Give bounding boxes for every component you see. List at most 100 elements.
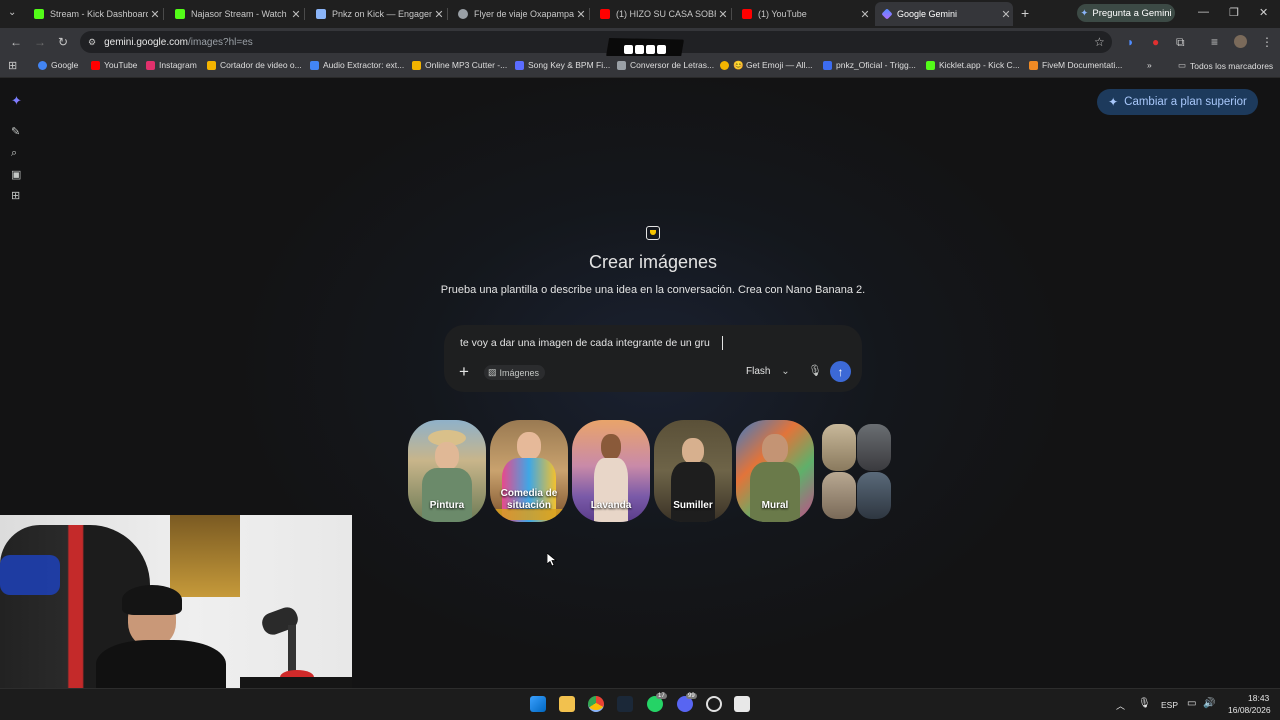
menu-kebab-icon[interactable]: ⋮ <box>1261 35 1273 49</box>
bookmark-kicklet[interactable]: Kicklet.app - Kick C... <box>926 60 1020 70</box>
volume-icon[interactable]: 🔊 <box>1203 698 1215 709</box>
close-window-button[interactable]: ✕ <box>1259 6 1268 19</box>
extension-icon[interactable]: ◗ <box>1127 35 1134 49</box>
template-card-sumiller[interactable]: Sumiller <box>654 420 732 522</box>
minimize-button[interactable]: — <box>1198 6 1209 18</box>
streamer-hair <box>122 585 182 615</box>
file-explorer-icon[interactable] <box>559 696 575 712</box>
site-info-icon[interactable]: ⚙ <box>88 37 96 48</box>
tab-najasor-stream[interactable]: Najasor Stream - Watch Li ✕ <box>167 2 303 26</box>
tab-flyer-oxapampa[interactable]: Flyer de viaje Oxapampa ✕ <box>450 2 588 26</box>
bookmarks-overflow-icon[interactable]: » <box>1147 60 1152 70</box>
tab-youtube[interactable]: (1) YouTube ✕ <box>734 2 872 26</box>
bookmark-star-icon[interactable]: ☆ <box>1094 35 1105 49</box>
tab-pnkz-engagement[interactable]: Pnkz on Kick — Engageme ✕ <box>308 2 446 26</box>
instagram-icon <box>146 60 155 70</box>
forward-icon[interactable]: → <box>34 35 46 49</box>
close-icon[interactable]: ✕ <box>432 8 446 21</box>
new-chat-icon[interactable]: ✎ <box>11 125 20 138</box>
close-icon[interactable]: ✕ <box>858 8 872 21</box>
app-icon[interactable] <box>734 696 750 712</box>
template-card-lavanda[interactable]: Lavanda <box>572 420 650 522</box>
bookmark-song-key[interactable]: Song Key & BPM Fi... <box>515 60 610 70</box>
bookmark-mp3-cutter[interactable]: Online MP3 Cutter -... <box>412 60 507 70</box>
desk <box>240 677 352 688</box>
template-card-pintura[interactable]: Pintura <box>408 420 486 522</box>
gemini-logo-icon[interactable]: ✦ <box>11 93 22 109</box>
network-icon[interactable]: ▭ <box>1187 698 1196 709</box>
bookmark-get-emoji[interactable]: 😊 Get Emoji — All... <box>720 60 813 71</box>
add-attachment-button[interactable]: + <box>459 362 469 382</box>
microphone-tray-icon[interactable]: 🎙 <box>1138 698 1151 709</box>
images-tool-chip[interactable]: ▨ Imágenes <box>484 365 546 380</box>
upgrade-plan-button[interactable]: ✦ Cambiar a plan superior <box>1097 89 1258 115</box>
bookmark-audio-extractor[interactable]: Audio Extractor: ext... <box>310 60 404 70</box>
reload-icon[interactable]: ↻ <box>58 35 68 49</box>
extensions-puzzle-icon[interactable]: ⧉ <box>1176 35 1185 50</box>
windows-start-icon[interactable] <box>530 696 546 712</box>
language-indicator[interactable]: ESP <box>1161 700 1178 710</box>
steam-icon[interactable] <box>617 696 633 712</box>
bookmark-letter-converter[interactable]: Conversor de Letras... <box>617 60 714 70</box>
gemini-icon <box>881 8 893 20</box>
bookmark-label: Instagram <box>159 60 197 70</box>
bookmark-pnkz-oficial[interactable]: pnkz_Oficial - Trigg... <box>823 60 916 70</box>
kick-icon <box>175 9 185 19</box>
template-card-comedia[interactable]: Comedia de situación <box>490 420 568 522</box>
tab-google-gemini[interactable]: Google Gemini ✕ <box>875 2 1013 26</box>
microphone-icon[interactable]: 🎙 <box>808 364 822 377</box>
template-card-mural[interactable]: Mural <box>736 420 814 522</box>
template-thumb-city[interactable] <box>857 424 891 471</box>
template-label: Lavanda <box>590 500 632 511</box>
profile-avatar[interactable] <box>1234 35 1247 48</box>
chrome-icon[interactable] <box>588 696 604 712</box>
extension-icon[interactable]: ● <box>1152 35 1159 49</box>
prompt-input[interactable]: te voy a dar una imagen de cada integran… <box>460 337 710 349</box>
template-thumb-dog[interactable] <box>822 472 856 519</box>
bookmark-video-cutter[interactable]: Cortador de video o... <box>207 60 302 70</box>
gems-apps-icon[interactable]: ⊞ <box>11 189 20 202</box>
kick-icon <box>34 9 44 19</box>
tab-youtube-video[interactable]: (1) HIZO SU CASA SOBRE ✕ <box>592 2 730 26</box>
model-selector[interactable]: Flash ⌄ <box>746 366 790 377</box>
tab-title: Pnkz on Kick — Engageme <box>332 9 432 19</box>
close-icon[interactable]: ✕ <box>716 8 730 21</box>
close-icon[interactable]: ✕ <box>289 8 303 21</box>
close-icon[interactable]: ✕ <box>574 8 588 21</box>
clock-time[interactable]: 18:43 <box>1248 693 1269 703</box>
restore-button[interactable]: ❐ <box>1229 6 1239 19</box>
bookmark-label: Song Key & BPM Fi... <box>528 60 611 70</box>
tray-chevron-icon[interactable]: ︿ <box>1116 699 1125 712</box>
tab-title: (1) HIZO SU CASA SOBRE <box>616 9 716 19</box>
tab-kick-dashboard[interactable]: Stream - Kick Dashboard ✕ <box>26 2 162 26</box>
tab-title: Najasor Stream - Watch Li <box>191 9 289 19</box>
apps-grid-icon[interactable]: ⊞ <box>8 59 17 72</box>
back-icon[interactable]: ← <box>10 35 22 49</box>
send-button[interactable]: ↑ <box>830 361 851 382</box>
template-thumb-mug[interactable] <box>822 424 856 471</box>
template-thumb-group[interactable] <box>857 472 891 519</box>
tab-search-chevron-icon[interactable]: ⌄ <box>8 7 16 18</box>
mouse-cursor-icon <box>547 553 557 567</box>
sparkle-icon: ✦ <box>1108 95 1119 109</box>
close-icon[interactable]: ✕ <box>999 8 1013 21</box>
folder-icon: ▭ <box>1178 60 1187 70</box>
clock-date[interactable]: 16/08/2026 <box>1228 705 1271 715</box>
search-icon[interactable]: ⌕ <box>11 147 17 160</box>
discord-badge: 99 <box>686 693 697 699</box>
close-icon[interactable]: ✕ <box>148 8 162 21</box>
chair-accent <box>0 555 60 595</box>
url-path: /images?hl=es <box>188 36 253 48</box>
media-controls-icon[interactable]: ≡ <box>1211 35 1218 49</box>
all-bookmarks-button[interactable]: ▭ Todos los marcadores <box>1178 60 1273 71</box>
bookmark-youtube[interactable]: YouTube <box>91 60 137 70</box>
ask-gemini-button[interactable]: ✦ Pregunta a Gemini <box>1077 4 1175 22</box>
image-gallery-icon[interactable]: ▣ <box>11 168 21 181</box>
address-bar[interactable]: ⚙ gemini.google.com/images?hl=es <box>80 31 1112 53</box>
new-tab-button[interactable]: + <box>1021 5 1029 21</box>
bookmark-instagram[interactable]: Instagram <box>146 60 197 70</box>
site-icon <box>316 9 326 19</box>
obs-icon[interactable] <box>706 696 722 712</box>
bookmark-fivem-docs[interactable]: FiveM Documentati... <box>1029 60 1122 70</box>
bookmark-google[interactable]: Google <box>38 60 78 70</box>
